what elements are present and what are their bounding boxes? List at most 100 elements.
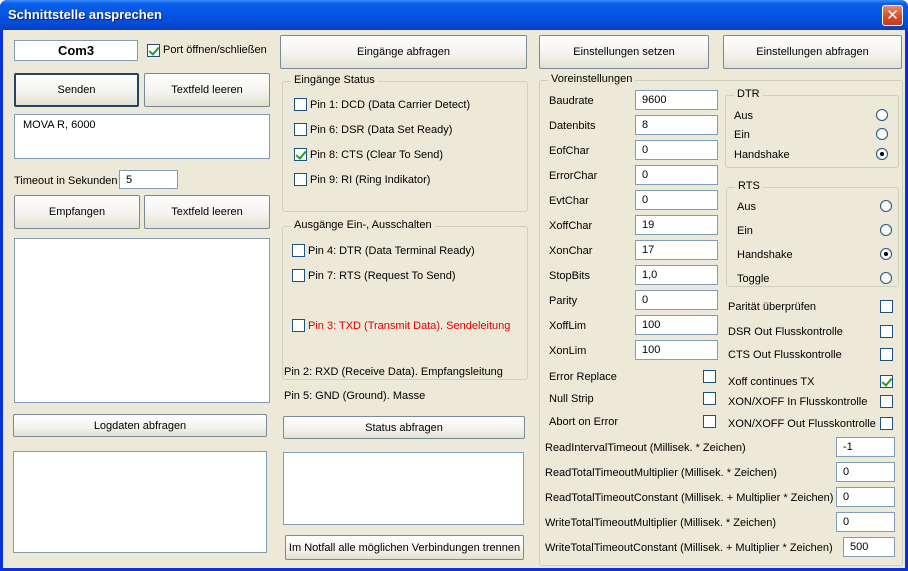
field-label-databits: Datenbits [549, 120, 596, 132]
pin1-dcd-checkbox[interactable] [294, 98, 307, 111]
baudrate-input[interactable]: 9600 [635, 90, 718, 110]
close-button[interactable]: ✕ [882, 5, 903, 26]
set-settings-button[interactable]: Einstellungen setzen [539, 35, 709, 69]
read-total-constant-input[interactable]: 0 [836, 487, 895, 507]
rts-option-aus-radio[interactable] [880, 200, 892, 212]
xoff-continues-tx-checkbox[interactable] [880, 375, 893, 388]
field-label-parity: Parity [549, 295, 578, 307]
xonlim-input[interactable]: 100 [635, 340, 718, 360]
pin1-dcd-label: Pin 1: DCD (Data Carrier Detect) [310, 99, 471, 111]
dtr-option-ein-label: Ein [734, 129, 750, 141]
log-textarea[interactable] [13, 451, 267, 553]
field-label-stopbits: StopBits [549, 270, 590, 282]
dtr-option-aus-label: Aus [734, 110, 753, 122]
field-label-errorchar: ErrorChar [549, 170, 598, 182]
databits-input[interactable]: 8 [635, 115, 718, 135]
pin5-gnd-text: Pin 5: GND (Ground). Masse [284, 390, 426, 402]
pin6-dsr-label: Pin 6: DSR (Data Set Ready) [310, 124, 453, 136]
receive-button[interactable]: Empfangen [14, 195, 140, 229]
evtchar-input[interactable]: 0 [635, 190, 718, 210]
com-port-field[interactable]: Com3 [14, 40, 138, 61]
write-total-constant-label: WriteTotalTimeoutConstant (Millisek. + M… [545, 542, 833, 554]
field-label-xofflim: XoffLim [549, 320, 587, 332]
rts-option-ein-radio[interactable] [880, 224, 892, 236]
port-toggle-checkbox[interactable] [147, 44, 160, 57]
pin7-rts-checkbox[interactable] [292, 269, 305, 282]
parity-check-label: Parität überprüfen [728, 301, 817, 313]
query-settings-button[interactable]: Einstellungen abfragen [723, 35, 902, 69]
rts-option-ein-label: Ein [737, 225, 753, 237]
receive-textarea[interactable] [14, 238, 270, 403]
pin9-ri-checkbox[interactable] [294, 173, 307, 186]
xofflim-input[interactable]: 100 [635, 315, 718, 335]
error-replace-checkbox[interactable] [703, 370, 716, 383]
dtr-option-handshake-label: Handshake [734, 149, 790, 161]
stopbits-input[interactable]: 1,0 [635, 265, 718, 285]
write-total-constant-input[interactable]: 500 [843, 537, 895, 557]
pin4-dtr-label: Pin 4: DTR (Data Terminal Ready) [308, 245, 475, 257]
parity-input[interactable]: 0 [635, 290, 718, 310]
rts-option-toggle-label: Toggle [737, 273, 770, 285]
title-bar[interactable]: Schnittstelle ansprechen ✕ [0, 0, 908, 30]
pin2-rxd-text: Pin 2: RXD (Receive Data). Empfangsleitu… [284, 366, 503, 378]
clear-send-button[interactable]: Textfeld leeren [144, 73, 270, 107]
xoffchar-input[interactable]: 19 [635, 215, 718, 235]
pin6-dsr-checkbox[interactable] [294, 123, 307, 136]
field-label-xoffchar: XoffChar [549, 220, 593, 232]
xonchar-input[interactable]: 17 [635, 240, 718, 260]
clear-receive-button[interactable]: Textfeld leeren [144, 195, 270, 229]
dtr-option-ein-radio[interactable] [876, 128, 888, 140]
window-title: Schnittstelle ansprechen [8, 7, 162, 22]
cts-out-flow-checkbox[interactable] [880, 348, 893, 361]
send-textarea[interactable]: MOVA R, 6000 [14, 114, 270, 159]
port-toggle-label: Port öffnen/schließen [163, 44, 267, 56]
rts-legend: RTS [735, 180, 763, 192]
read-total-constant-label: ReadTotalTimeoutConstant (Millisek. + Mu… [545, 492, 834, 504]
field-label-evtchar: EvtChar [549, 195, 589, 207]
write-total-multiplier-input[interactable]: 0 [836, 512, 895, 532]
log-button[interactable]: Logdaten abfragen [13, 414, 267, 437]
errorchar-input[interactable]: 0 [635, 165, 718, 185]
field-label-xonlim: XonLim [549, 345, 587, 357]
dtr-option-aus-radio[interactable] [876, 109, 888, 121]
dsr-out-flow-checkbox[interactable] [880, 325, 893, 338]
rts-option-handshake-radio[interactable] [880, 248, 892, 260]
error-replace-label: Error Replace [549, 371, 617, 383]
read-total-multiplier-input[interactable]: 0 [836, 462, 895, 482]
query-inputs-button[interactable]: Eingänge abfragen [280, 35, 527, 69]
xonxoff-out-flow-checkbox[interactable] [880, 417, 893, 430]
read-interval-timeout-input[interactable]: -1 [836, 437, 895, 457]
rts-option-toggle-radio[interactable] [880, 272, 892, 284]
dsr-out-flow-label: DSR Out Flusskontrolle [728, 326, 843, 338]
pin3-txd-checkbox[interactable] [292, 319, 305, 332]
pin3-txd-label: Pin 3: TXD (Transmit Data). Sendeleitung [308, 320, 511, 332]
xonxoff-in-flow-checkbox[interactable] [880, 395, 893, 408]
pin7-rts-label: Pin 7: RTS (Request To Send) [308, 270, 456, 282]
dtr-option-handshake-radio[interactable] [876, 148, 888, 160]
status-button[interactable]: Status abfragen [283, 416, 525, 439]
pin8-cts-label: Pin 8: CTS (Clear To Send) [310, 149, 444, 161]
outputs-legend: Ausgänge Ein-, Ausschalten [291, 219, 435, 231]
rts-option-aus-label: Aus [737, 201, 756, 213]
null-strip-checkbox[interactable] [703, 392, 716, 405]
xonxoff-out-flow-label: XON/XOFF Out Flusskontrolle [728, 418, 876, 430]
write-total-multiplier-label: WriteTotalTimeoutMultiplier (Millisek. *… [545, 517, 777, 529]
close-icon: ✕ [886, 7, 899, 24]
status-textarea[interactable] [283, 452, 524, 525]
read-interval-timeout-label: ReadIntervalTimeout (Millisek. * Zeichen… [545, 442, 746, 454]
emergency-disconnect-button[interactable]: Im Notfall alle möglichen Verbindungen t… [285, 535, 524, 560]
timeout-input[interactable]: 5 [119, 170, 178, 189]
send-button[interactable]: Senden [14, 73, 139, 107]
eofchar-input[interactable]: 0 [635, 140, 718, 160]
pin9-ri-label: Pin 9: RI (Ring Indikator) [310, 174, 431, 186]
xoff-continues-tx-label: Xoff continues TX [728, 376, 815, 388]
cts-out-flow-label: CTS Out Flusskontrolle [728, 349, 842, 361]
inputs-status-legend: Eingänge Status [291, 74, 378, 86]
field-label-baudrate: Baudrate [549, 95, 594, 107]
app-window: Schnittstelle ansprechen ✕ Com3 Port öff… [0, 0, 908, 571]
abort-on-error-checkbox[interactable] [703, 415, 716, 428]
pin4-dtr-checkbox[interactable] [292, 244, 305, 257]
pin8-cts-checkbox[interactable] [294, 148, 307, 161]
xonxoff-in-flow-label: XON/XOFF In Flusskontrolle [728, 396, 868, 408]
parity-check-checkbox[interactable] [880, 300, 893, 313]
